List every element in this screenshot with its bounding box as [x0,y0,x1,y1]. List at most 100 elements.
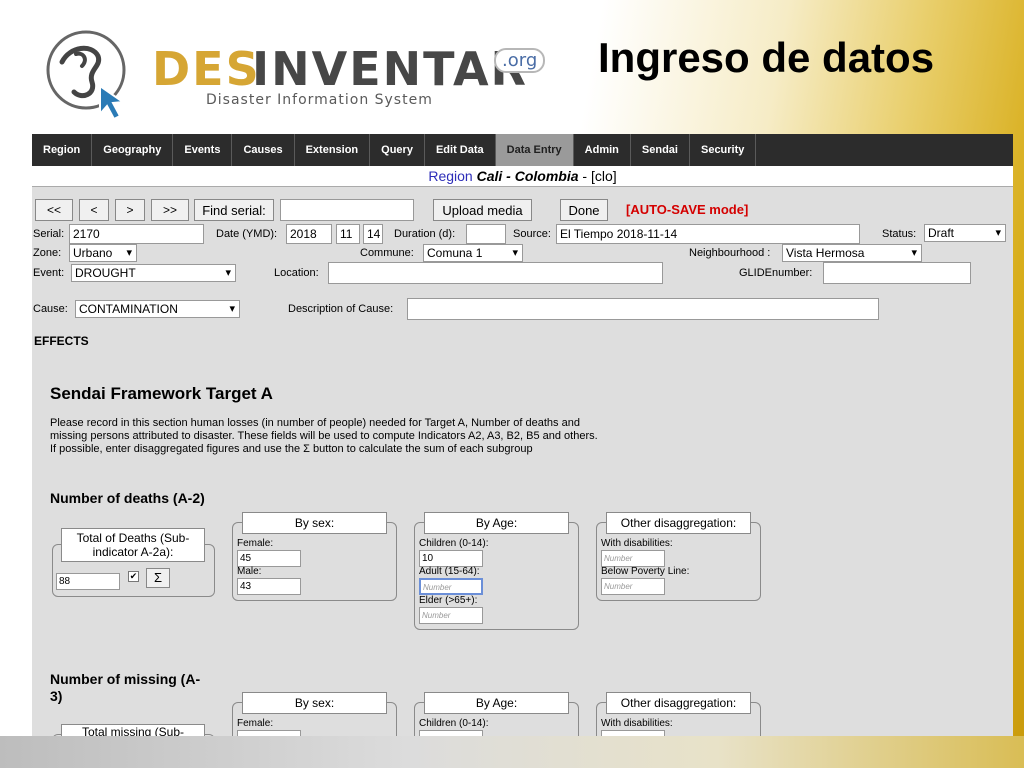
zone-label: Zone: [33,247,62,259]
nav-item-data-entry[interactable]: Data Entry [495,134,574,166]
glide-input[interactable] [823,262,971,284]
nav-item-security[interactable]: Security [690,134,757,166]
page-title: Ingreso de datos [598,34,935,81]
location-label: Location: [274,267,319,279]
source-label: Source: [513,228,551,240]
location-input[interactable] [328,262,663,284]
missing-heading: Number of missing (A-3) [50,671,201,704]
missing-children-input[interactable] [419,730,483,736]
logo-des-text: DES [152,42,261,96]
deaths-male-input[interactable]: 43 [237,578,301,595]
nav-item-edit-data[interactable]: Edit Data [425,134,496,166]
nav-item-extension[interactable]: Extension [295,134,371,166]
deaths-sum-button[interactable]: Σ [146,568,170,588]
done-button[interactable]: Done [560,199,608,221]
date-label: Date (YMD): [216,228,278,240]
desinventar-logo: DES INVENTAR .org Disaster Information S… [40,22,560,122]
commune-label: Commune: [360,247,414,259]
region-bar: Region Cali - Colombia - [clo] [32,166,1013,187]
date-year-input[interactable]: 2018 [286,224,332,244]
event-select[interactable]: DROUGHT [71,264,236,282]
event-label: Event: [33,267,65,279]
find-serial-button[interactable]: Find serial: [194,199,274,221]
deaths-by-sex-title: By sex: [242,512,387,534]
missing-by-age-title: By Age: [424,692,569,714]
cause-label: Cause: [33,303,68,315]
deaths-poverty-label: Below Poverty Line: [601,566,690,577]
app-window: Region Geography Events Causes Extension… [32,134,1013,736]
logo-inventar-text: INVENTAR [252,42,528,96]
deaths-elder-input[interactable]: Number [419,607,483,624]
region-prefix: Region [428,168,477,184]
nav-item-region[interactable]: Region [32,134,93,166]
nav-item-geography[interactable]: Geography [92,134,174,166]
main-nav: Region Geography Events Causes Extension… [32,134,1013,166]
deaths-elder-label: Elder (>65+): [419,595,478,606]
source-input[interactable]: El Tiempo 2018-11-14 [556,224,860,244]
commune-select[interactable]: Comuna 1 [423,244,523,262]
effects-heading: EFFECTS [34,334,89,348]
cause-description-input[interactable] [407,298,879,320]
status-select[interactable]: Draft [924,224,1006,242]
prev-record-button[interactable]: < [79,199,109,221]
deaths-children-input[interactable]: 10 [419,550,483,567]
deaths-heading: Number of deaths (A-2) [50,490,205,506]
deaths-other-title: Other disaggregation: [606,512,751,534]
logo-subtitle: Disaster Information System [206,92,433,108]
deaths-total-checkbox[interactable]: ✔ [128,571,139,582]
deaths-male-label: Male: [237,566,262,577]
glide-label: GLIDEnumber: [739,267,813,279]
missing-disabilities-label: With disabilities: [601,718,673,729]
cause-description-label: Description of Cause: [288,303,394,315]
nav-item-sendai[interactable]: Sendai [631,134,690,166]
missing-female-label: Female: [237,718,274,729]
neighbourhood-label: Neighbourhood : [689,247,771,259]
autosave-indicator: [AUTO-SAVE mode] [626,202,749,217]
nav-item-events[interactable]: Events [173,134,233,166]
serial-label: Serial: [33,228,65,240]
deaths-disabilities-label: With disabilities: [601,538,673,549]
missing-total-label: Total missing (Sub- [61,724,205,736]
status-label: Status: [882,228,917,240]
sendai-description: Please record in this section human loss… [50,417,690,456]
missing-children-label: Children (0-14): [419,718,489,729]
slide-bottom-strip [0,736,1024,768]
missing-other-title: Other disaggregation: [606,692,751,714]
sendai-description-line-3: If possible, enter disaggregated figures… [50,443,533,455]
missing-disabilities-input[interactable] [601,730,665,736]
missing-by-sex-title: By sex: [242,692,387,714]
date-month-input[interactable]: 11 [336,224,360,244]
deaths-by-age-title: By Age: [424,512,569,534]
deaths-female-label: Female: [237,538,274,549]
last-record-button[interactable]: >> [151,199,189,221]
next-record-button[interactable]: > [115,199,145,221]
deaths-adult-input[interactable]: Number [419,578,483,595]
deaths-disabilities-input[interactable]: Number [601,550,665,567]
duration-label: Duration (d): [394,228,456,240]
cause-select[interactable]: CONTAMINATION [75,300,240,318]
zone-select[interactable]: Urbano [69,244,137,262]
globe-cursor-icon [46,30,126,121]
deaths-total-input[interactable]: 88 [56,573,120,590]
logo-org-badge: .org [494,48,546,73]
upload-media-button[interactable]: Upload media [433,199,532,221]
deaths-children-label: Children (0-14): [419,538,489,549]
date-day-input[interactable]: 14 [363,224,383,244]
neighbourhood-select[interactable]: Vista Hermosa [782,244,922,262]
deaths-poverty-input[interactable]: Number [601,578,665,595]
region-name: Cali - Colombia [476,168,579,184]
region-code: - [clo] [578,168,617,184]
sendai-description-line-1: Please record in this section human loss… [50,417,580,429]
nav-item-causes[interactable]: Causes [232,134,295,166]
missing-female-input[interactable] [237,730,301,736]
first-record-button[interactable]: << [35,199,73,221]
duration-input[interactable] [466,224,506,244]
serial-input[interactable]: 2170 [69,224,204,244]
nav-item-admin[interactable]: Admin [574,134,631,166]
find-serial-input[interactable] [280,199,414,221]
deaths-total-label: Total of Deaths (Sub-indicator A-2a): [61,528,205,562]
deaths-female-input[interactable]: 45 [237,550,301,567]
nav-item-query[interactable]: Query [370,134,425,166]
sendai-description-line-2: missing persons attributed to disaster. … [50,430,598,442]
deaths-adult-label: Adult (15-64): [419,566,480,577]
